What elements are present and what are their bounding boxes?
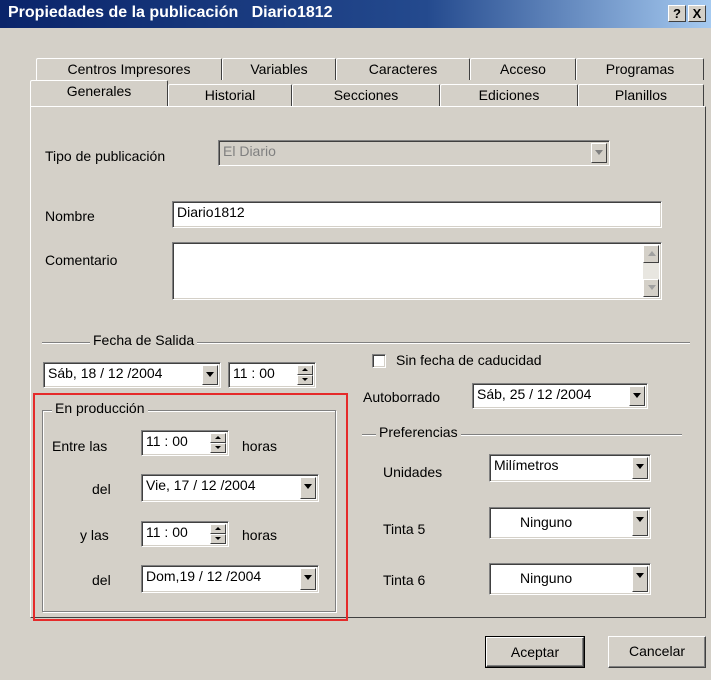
tinta5-select[interactable]: Ninguno xyxy=(489,507,651,539)
chevron-down-icon[interactable] xyxy=(629,386,645,406)
del-date-value-1: Vie, 17 / 12 /2004 xyxy=(146,477,256,493)
autoborrado-value: Sáb, 25 / 12 /2004 xyxy=(477,386,592,402)
tipo-publicacion-label: Tipo de publicación xyxy=(45,148,166,164)
sin-caducidad-label: Sin fecha de caducidad xyxy=(396,352,542,368)
fecha-salida-title: Fecha de Salida xyxy=(90,332,198,348)
chevron-down-icon[interactable] xyxy=(632,566,648,592)
chevron-down-icon xyxy=(591,143,607,163)
spin-down-icon[interactable] xyxy=(210,443,226,453)
nombre-input[interactable]: Diario1812 xyxy=(172,201,662,228)
chevron-down-icon[interactable] xyxy=(632,510,648,536)
autoborrado-label: Autoborrado xyxy=(363,389,441,405)
unidades-label: Unidades xyxy=(383,464,443,480)
y-las-time-spinner[interactable]: 11 : 00 xyxy=(141,521,229,547)
spin-up-icon[interactable] xyxy=(210,433,226,443)
preferencias-title: Preferencias xyxy=(376,424,461,440)
comentario-label: Comentario xyxy=(45,252,118,268)
entre-time-spinner[interactable]: 11 : 00 xyxy=(141,430,229,456)
chevron-down-icon[interactable] xyxy=(202,365,218,385)
chevron-down-icon[interactable] xyxy=(300,477,316,499)
scroll-down-icon[interactable] xyxy=(643,279,659,297)
spin-up-icon[interactable] xyxy=(297,365,313,375)
autoborrado-date-picker[interactable]: Sáb, 25 / 12 /2004 xyxy=(472,383,648,409)
comentario-scrollbar[interactable] xyxy=(643,245,659,297)
tinta5-value: Ninguno xyxy=(520,514,573,530)
y-las-label: y las xyxy=(80,527,109,543)
tinta6-select[interactable]: Ninguno xyxy=(489,563,651,595)
del-label-1: del xyxy=(92,481,111,497)
fecha-salida-time-value: 11 : 00 xyxy=(233,365,275,381)
unidades-select[interactable]: Milímetros xyxy=(489,454,651,482)
chevron-down-icon[interactable] xyxy=(300,568,316,590)
produccion-title: En producción xyxy=(52,400,148,416)
nombre-value: Diario1812 xyxy=(177,204,245,220)
del-label-2: del xyxy=(92,572,111,588)
entre-las-label: Entre las xyxy=(52,438,108,454)
entre-time-value: 11 : 00 xyxy=(146,433,188,449)
tipo-publicacion-select: El Diario xyxy=(218,140,610,166)
spin-buttons[interactable] xyxy=(297,365,313,385)
spin-up-icon[interactable] xyxy=(210,524,226,534)
del-date-picker-2[interactable]: Dom,19 / 12 /2004 xyxy=(141,565,319,593)
tinta5-label: Tinta 5 xyxy=(383,521,426,537)
scroll-up-icon[interactable] xyxy=(643,245,659,263)
spin-down-icon[interactable] xyxy=(210,534,226,544)
generales-content: Tipo de publicación El Diario Nombre Dia… xyxy=(0,0,711,680)
fecha-salida-time-spinner[interactable]: 11 : 00 xyxy=(228,362,316,388)
unidades-value: Milímetros xyxy=(494,457,559,473)
del-date-picker-1[interactable]: Vie, 17 / 12 /2004 xyxy=(141,474,319,502)
fecha-salida-date-value: Sáb, 18 / 12 /2004 xyxy=(48,365,163,381)
nombre-label: Nombre xyxy=(45,208,95,224)
chevron-down-icon[interactable] xyxy=(632,457,648,479)
sin-caducidad-checkbox[interactable] xyxy=(372,354,386,368)
tipo-publicacion-value: El Diario xyxy=(223,143,276,159)
fecha-salida-date-picker[interactable]: Sáb, 18 / 12 /2004 xyxy=(43,362,221,388)
spin-buttons[interactable] xyxy=(210,524,226,544)
y-las-time-value: 11 : 00 xyxy=(146,524,188,540)
tinta6-label: Tinta 6 xyxy=(383,572,426,588)
del-date-value-2: Dom,19 / 12 /2004 xyxy=(146,568,262,584)
horas-label-2: horas xyxy=(242,527,278,543)
spin-down-icon[interactable] xyxy=(297,375,313,385)
tinta6-value: Ninguno xyxy=(520,570,573,586)
horas-label-1: horas xyxy=(242,438,278,454)
comentario-textarea[interactable] xyxy=(172,242,662,300)
spin-buttons[interactable] xyxy=(210,433,226,453)
dialog-window: Propiedades de la publicación Diario1812… xyxy=(0,0,711,680)
